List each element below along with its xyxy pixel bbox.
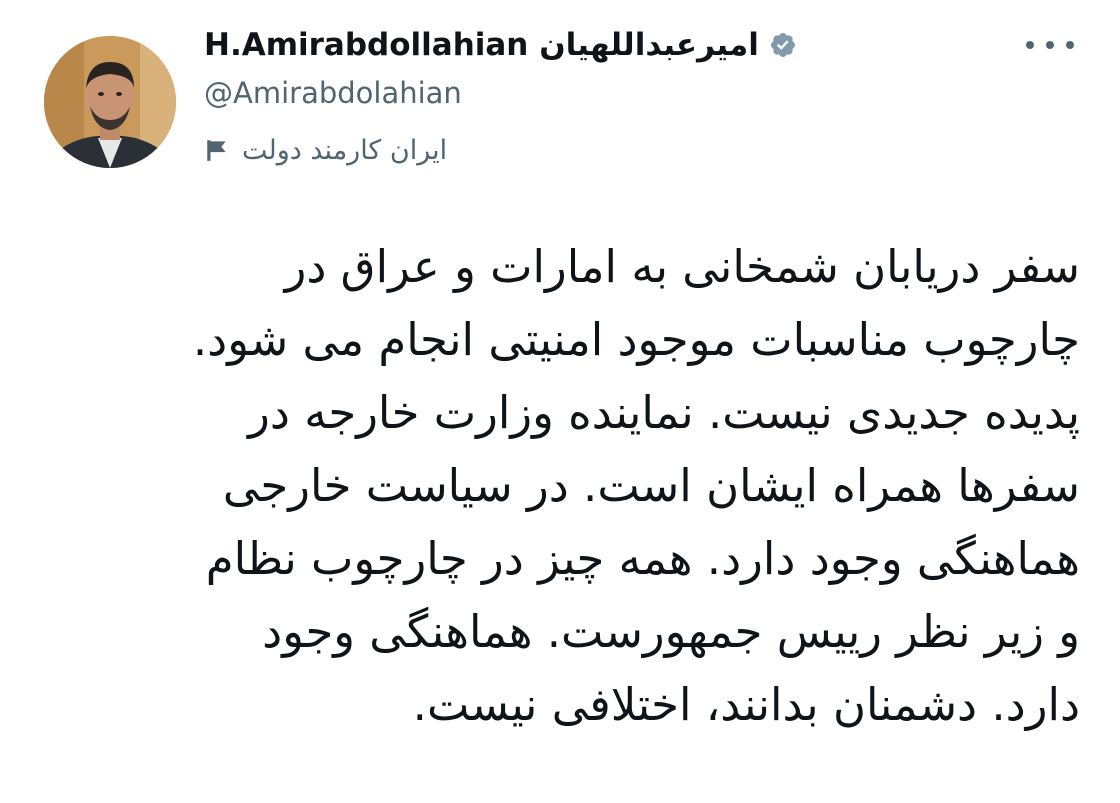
tweet-text: سفر دریابان شمخانی به امارات و عراق در چ… bbox=[30, 230, 1080, 741]
more-dot bbox=[1066, 41, 1074, 49]
tweet-text-line: چارچوب مناسبات موجود امنیتی انجام می شود… bbox=[192, 313, 1080, 366]
more-dot bbox=[1046, 41, 1054, 49]
display-name[interactable]: H.Amirabdollahian امیرعبداللهیان bbox=[204, 27, 759, 63]
tweet-text-line: هماهنگی وجود دارد. همه چیز در چارچوب نظا… bbox=[205, 532, 1080, 585]
avatar[interactable] bbox=[44, 36, 176, 168]
handle[interactable]: @Amirabdolahian bbox=[204, 72, 1004, 114]
name-row: H.Amirabdollahian امیرعبداللهیان bbox=[204, 20, 1004, 70]
tweet-text-line: پدیده جدیدی نیست. نماینده وزارت خارجه در bbox=[248, 386, 1080, 439]
flag-icon bbox=[207, 140, 226, 161]
account-label: ایران کارمند دولت bbox=[204, 128, 1004, 172]
verified-badge-icon bbox=[770, 33, 795, 57]
tweet-header: H.Amirabdollahian امیرعبداللهیان @Amirab… bbox=[204, 20, 1004, 172]
tweet-card: H.Amirabdollahian امیرعبداللهیان @Amirab… bbox=[0, 0, 1120, 803]
more-dots-icon[interactable] bbox=[1026, 30, 1074, 60]
tweet-text-line: و زیر نظر رییس جمهورست. هماهنگی وجود bbox=[262, 605, 1080, 658]
label-text: ایران کارمند دولت bbox=[242, 134, 448, 166]
avatar-image bbox=[44, 36, 176, 168]
more-dot bbox=[1026, 41, 1034, 49]
tweet-text-line: سفرها همراه ایشان است. در سیاست خارجی bbox=[222, 459, 1080, 512]
tweet-text-line: دارد. دشمنان بدانند، اختلافی نیست. bbox=[412, 678, 1080, 731]
tweet-text-line: سفر دریابان شمخانی به امارات و عراق در bbox=[284, 240, 1080, 293]
